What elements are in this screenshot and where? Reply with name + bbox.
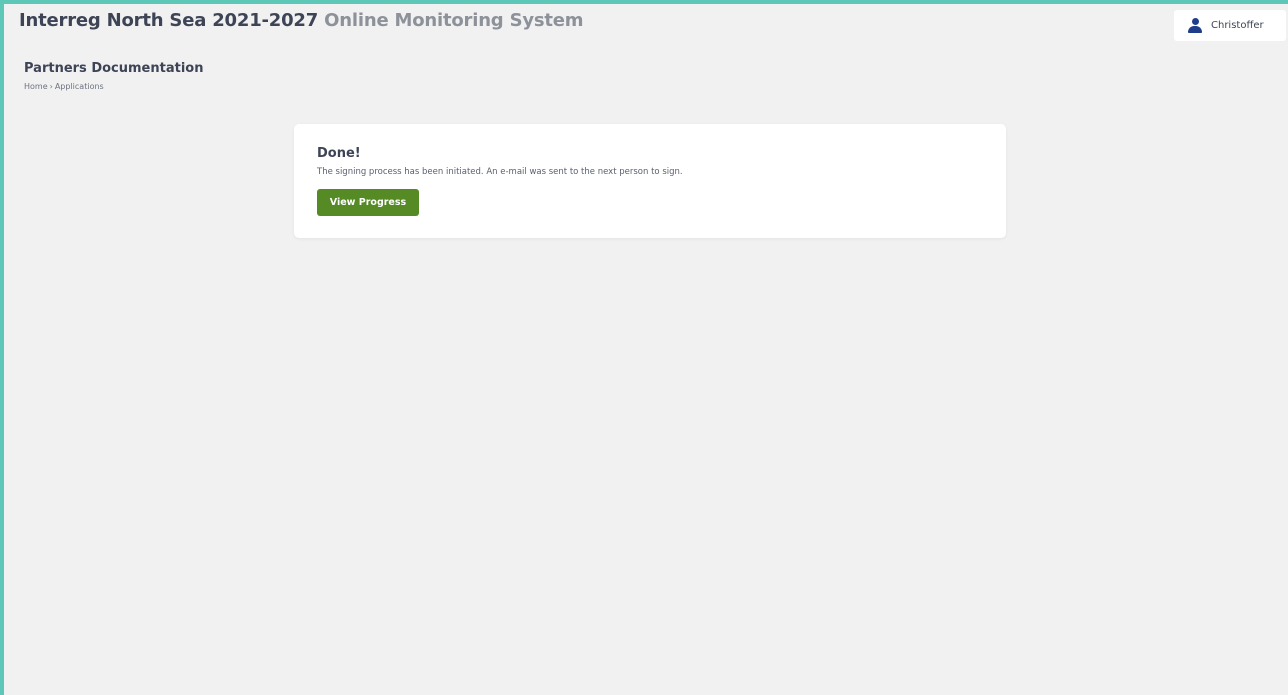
user-icon: [1188, 18, 1202, 33]
breadcrumb: Home › Applications: [24, 82, 203, 91]
confirmation-card: Done! The signing process has been initi…: [294, 124, 1006, 238]
view-progress-button[interactable]: View Progress: [317, 189, 419, 216]
confirmation-title: Done!: [317, 146, 361, 161]
page-header: Partners Documentation Home › Applications: [24, 61, 203, 91]
app-title-program: Interreg North Sea 2021-2027: [19, 10, 319, 31]
top-bar: Interreg North Sea 2021-2027 Online Moni…: [4, 4, 1288, 44]
page-title: Partners Documentation: [24, 61, 204, 76]
breadcrumb-separator: ›: [49, 82, 53, 91]
confirmation-message: The signing process has been initiated. …: [317, 167, 683, 177]
app-title-system: Online Monitoring System: [324, 10, 584, 31]
user-menu-button[interactable]: Christoffer: [1174, 10, 1286, 41]
user-name: Christoffer: [1211, 20, 1264, 31]
breadcrumb-home-link[interactable]: Home: [24, 82, 48, 91]
app-title: Interreg North Sea 2021-2027 Online Moni…: [19, 10, 584, 31]
breadcrumb-applications-link[interactable]: Applications: [55, 82, 104, 91]
